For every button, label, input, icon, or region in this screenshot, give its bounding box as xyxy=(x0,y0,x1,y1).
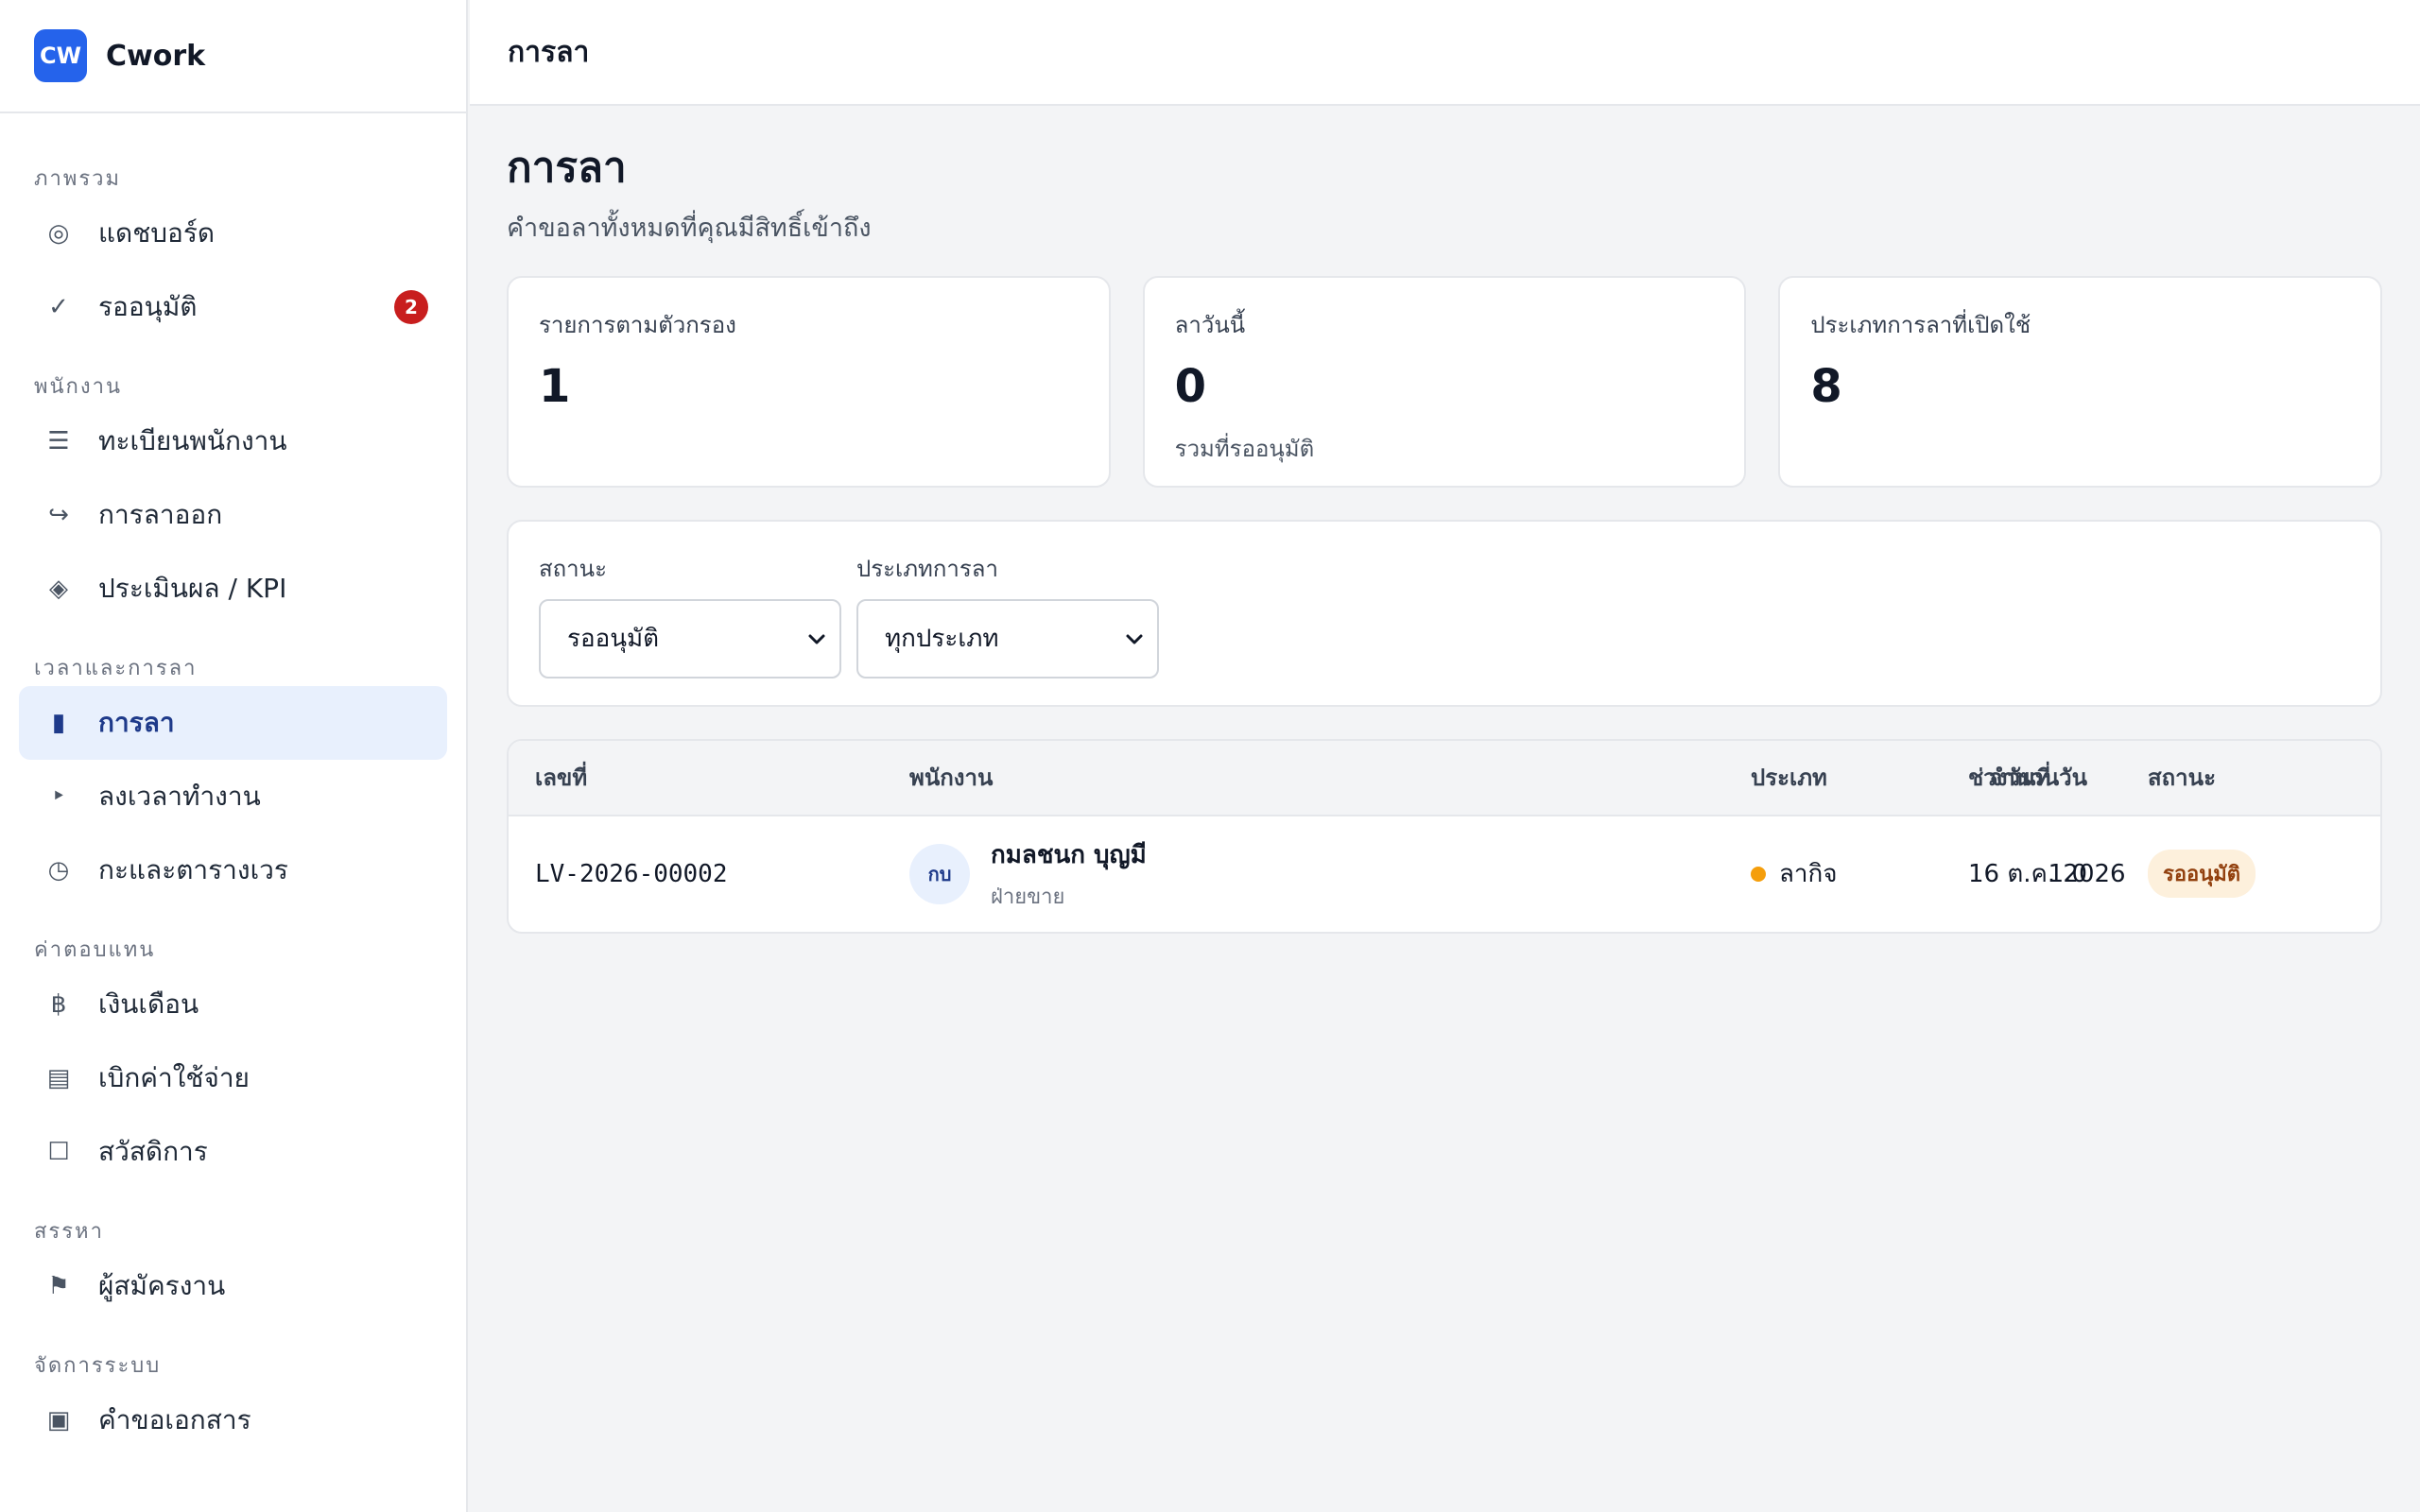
filter-panel: สถานะ รออนุมัติ ประเภทการลา ทุกประเภท xyxy=(507,519,2382,707)
topbar-title: การลา xyxy=(508,35,590,69)
box-icon: ☐ xyxy=(47,1138,70,1166)
day-count: 1.0 xyxy=(2048,859,2087,888)
sidebar-item-label: คำขอเอกสาร xyxy=(98,1404,251,1435)
nav-section-compensation: ค่าตอบแทน xyxy=(34,937,156,962)
baht-icon: ฿ xyxy=(50,990,67,1019)
chevron-down-icon xyxy=(808,634,825,644)
sidebar-item-label: การลา xyxy=(98,707,175,738)
sidebar-item-applicants[interactable]: ⚑ ผู้สมัครงาน xyxy=(19,1249,447,1323)
sidebar-item-document-requests[interactable]: ▣ คำขอเอกสาร xyxy=(19,1383,447,1457)
stat-value: 1 xyxy=(539,359,571,413)
sidebar-item-timeclock[interactable]: ‣ ลงเวลาทำงาน xyxy=(19,760,447,833)
sidebar-item-label: รออนุมัติ xyxy=(98,291,198,322)
page-subtitle: คำขอลาทั้งหมดที่คุณมีสิทธิ์เข้าถึง xyxy=(507,213,872,243)
stat-label: รายการตามตัวกรอง xyxy=(539,311,736,338)
leave-type-select[interactable]: ทุกประเภท xyxy=(856,598,1159,679)
column-header-id[interactable]: เลขที่ xyxy=(535,759,587,796)
column-header-employee[interactable]: พนักงาน xyxy=(909,759,993,796)
sidebar-item-label: การลาออก xyxy=(98,499,223,530)
sidebar: CW Cwork ภาพรวม ◎ แดชบอร์ด ✓ รออนุมัติ 2… xyxy=(0,0,468,1512)
stat-value: 8 xyxy=(1810,359,1842,413)
sidebar-item-welfare[interactable]: ☐ สวัสดิการ xyxy=(19,1115,447,1189)
sidebar-item-dashboard[interactable]: ◎ แดชบอร์ด xyxy=(19,197,447,270)
topbar: การลา xyxy=(470,0,2420,106)
brand-name: Cwork xyxy=(106,39,206,73)
sidebar-item-leave[interactable]: ▮ การลา xyxy=(19,686,447,760)
nav-section-employees: พนักงาน xyxy=(34,374,122,399)
diamond-icon: ◈ xyxy=(49,575,68,603)
receipt-icon: ▤ xyxy=(46,1064,71,1092)
stat-label: ลาวันนี้ xyxy=(1174,311,1246,338)
flag-icon: ⚑ xyxy=(47,1272,70,1300)
nav-section-overview: ภาพรวม xyxy=(34,166,122,191)
sidebar-item-expenses[interactable]: ▤ เบิกค่าใช้จ่าย xyxy=(19,1041,447,1115)
sidebar-nav: ภาพรวม ◎ แดชบอร์ด ✓ รออนุมัติ 2 พนักงาน … xyxy=(0,113,466,1457)
leave-id[interactable]: LV-2026-00002 xyxy=(535,860,728,888)
nav-section-admin: จัดการระบบ xyxy=(34,1353,162,1378)
page-title: การลา xyxy=(507,144,627,192)
leave-type-filter: ประเภทการลา ทุกประเภท xyxy=(856,550,1159,679)
check-icon: ✓ xyxy=(48,293,69,321)
brand[interactable]: CW Cwork xyxy=(0,0,466,113)
employee-cell: กบ กมลชนก บุญมี ฝ่ายขาย xyxy=(909,835,1147,913)
sidebar-item-salary[interactable]: ฿ เงินเดือน xyxy=(19,968,447,1041)
stat-note: รวมที่รออนุมัติ xyxy=(1174,435,1315,462)
sidebar-item-label: ทะเบียนพนักงาน xyxy=(98,425,287,456)
nav-section-recruitment: สรรหา xyxy=(34,1219,104,1244)
sidebar-item-employee-registry[interactable]: ☰ ทะเบียนพนักงาน xyxy=(19,404,447,478)
sidebar-item-label: ผู้สมัครงาน xyxy=(98,1270,226,1301)
sidebar-item-label: แดชบอร์ด xyxy=(98,217,216,249)
status-filter: สถานะ รออนุมัติ xyxy=(539,550,841,679)
status-filter-label: สถานะ xyxy=(539,556,607,583)
sidebar-item-label: ประเมินผล / KPI xyxy=(98,573,287,604)
sidebar-item-pending-approval[interactable]: ✓ รออนุมัติ 2 xyxy=(19,270,447,344)
timeclock-icon: ‣ xyxy=(51,782,66,811)
leave-table: เลขที่ พนักงาน ประเภท ช่วงวันที่ จำนวนวั… xyxy=(507,738,2382,934)
date-range: 16 ต.ค. 2026 xyxy=(1968,860,2126,889)
employee-department: ฝ่ายขาย xyxy=(991,885,1065,909)
leave-type-cell: ลากิจ xyxy=(1751,854,1838,893)
sidebar-item-kpi[interactable]: ◈ ประเมินผล / KPI xyxy=(19,552,447,626)
leave-type-filter-label: ประเภทการลา xyxy=(856,556,998,583)
dashboard-icon: ◎ xyxy=(47,219,70,248)
status-badge: รออนุมัติ xyxy=(2148,850,2256,899)
stat-label: ประเภทการลาที่เปิดใช้ xyxy=(1810,311,2031,338)
status-select-value: รออนุมัติ xyxy=(567,625,659,654)
table-header: เลขที่ พนักงาน ประเภท ช่วงวันที่ จำนวนวั… xyxy=(509,740,2380,816)
document-icon: ▣ xyxy=(46,1406,71,1435)
stat-card-today: ลาวันนี้ 0 รวมที่รออนุมัติ xyxy=(1142,275,1747,488)
list-icon: ☰ xyxy=(47,427,70,455)
sidebar-item-label: ลงเวลาทำงาน xyxy=(98,781,261,812)
employee-name: กมลชนก บุญมี xyxy=(991,840,1147,869)
stat-value: 0 xyxy=(1174,359,1207,413)
column-header-status[interactable]: สถานะ xyxy=(2148,759,2216,796)
exit-arrow-icon: ↪ xyxy=(48,501,69,529)
table-row[interactable]: LV-2026-00002 กบ กมลชนก บุญมี ฝ่ายขาย ลา… xyxy=(509,816,2380,932)
leave-type-dot-icon xyxy=(1751,866,1766,882)
sidebar-item-label: กะและตารางเวร xyxy=(98,854,288,885)
pending-count-badge: 2 xyxy=(394,290,428,324)
status-select[interactable]: รออนุมัติ xyxy=(539,598,841,679)
stat-card-filtered: รายการตามตัวกรอง 1 xyxy=(507,275,1111,488)
clock-icon: ◷ xyxy=(47,856,70,885)
chevron-down-icon xyxy=(1126,634,1143,644)
leave-icon: ▮ xyxy=(51,709,66,737)
leave-type-select-value: ทุกประเภท xyxy=(885,625,999,654)
sidebar-item-label: สวัสดิการ xyxy=(98,1136,208,1167)
sidebar-item-resignation[interactable]: ↪ การลาออก xyxy=(19,478,447,552)
stat-card-leave-types: ประเภทการลาที่เปิดใช้ 8 xyxy=(1778,275,2383,488)
sidebar-item-label: เบิกค่าใช้จ่าย xyxy=(98,1062,250,1093)
stats-row: รายการตามตัวกรอง 1 ลาวันนี้ 0 รวมที่รออน… xyxy=(507,275,2383,488)
sidebar-item-label: เงินเดือน xyxy=(98,988,199,1020)
avatar: กบ xyxy=(909,843,970,904)
nav-section-time-leave: เวลาและการลา xyxy=(34,656,198,680)
leave-type: ลากิจ xyxy=(1779,860,1838,889)
brand-logo: CW xyxy=(34,29,87,82)
main-content: การลา คำขอลาทั้งหมดที่คุณมีสิทธิ์เข้าถึง… xyxy=(507,106,2383,934)
column-header-days[interactable]: จำนวนวัน xyxy=(1989,759,2087,796)
column-header-type[interactable]: ประเภท xyxy=(1751,759,1827,796)
sidebar-item-shifts[interactable]: ◷ กะและตารางเวร xyxy=(19,833,447,907)
